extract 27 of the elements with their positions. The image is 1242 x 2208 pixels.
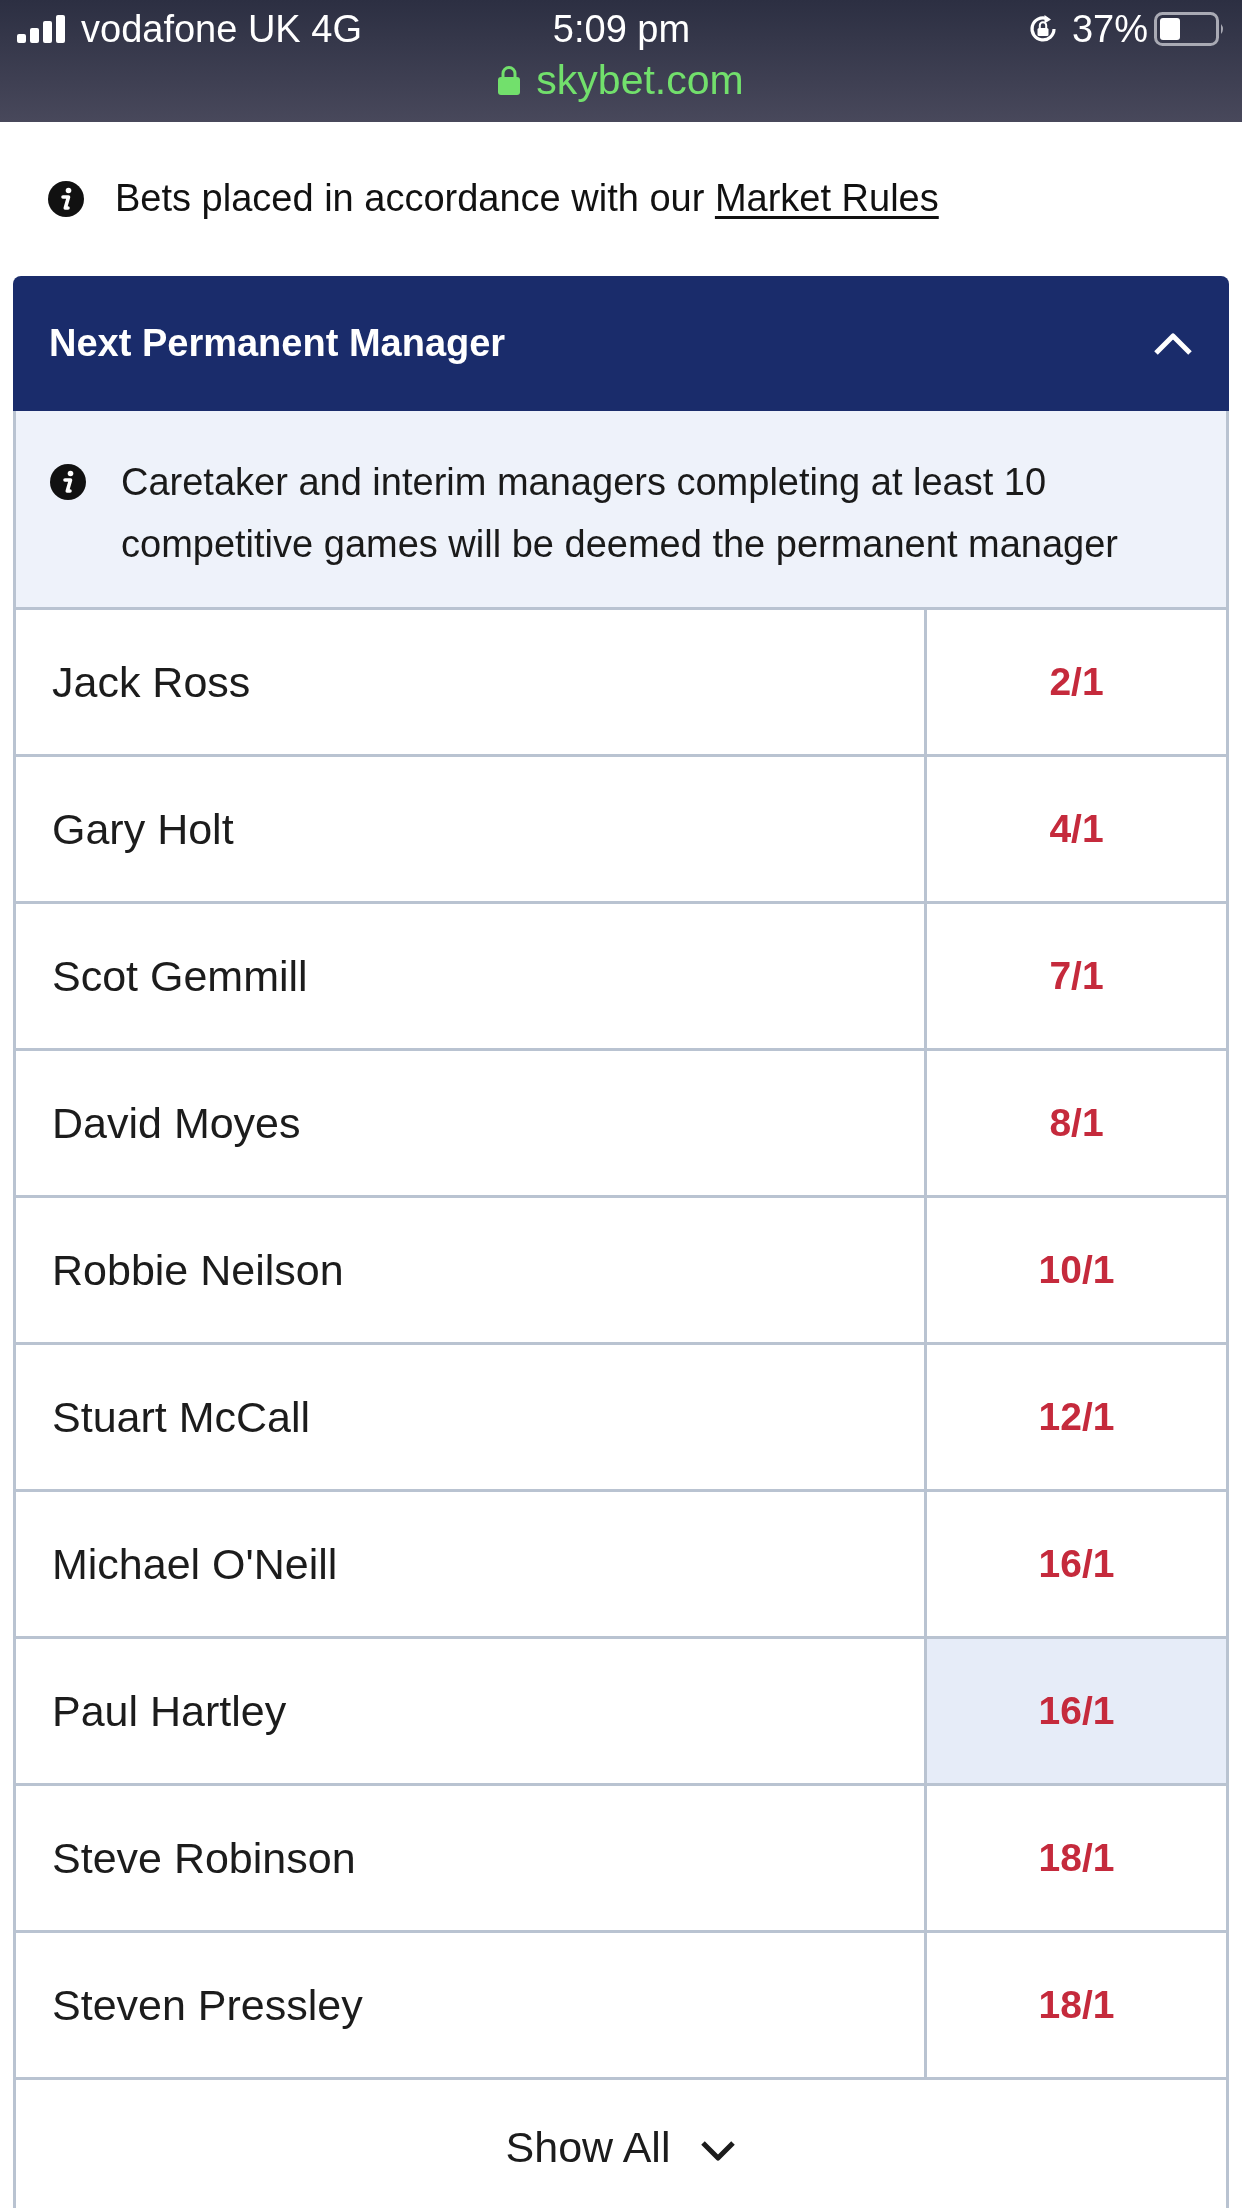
signal-icon	[17, 15, 67, 43]
selection-name: Gary Holt	[51, 803, 235, 855]
selection-name: Robbie Neilson	[51, 1244, 345, 1296]
selection-name: Jack Ross	[51, 656, 252, 708]
selection-name: Paul Hartley	[51, 1685, 288, 1737]
info-icon	[50, 464, 86, 500]
rotation-lock-icon	[1027, 14, 1058, 44]
chevron-up-icon[interactable]	[1153, 331, 1193, 356]
lock-icon	[498, 65, 521, 95]
odds-button[interactable]: 16/1	[924, 1639, 1226, 1783]
url-label: skybet.com	[536, 59, 744, 101]
market-rules-link[interactable]: Market Rules	[714, 177, 939, 220]
selection-name: Steve Robinson	[51, 1832, 357, 1884]
info-text: Bets placed in accordance with our Market Rules	[115, 176, 939, 222]
notice-text: Caretaker and interim managers completing at least 10 competitive games will be deemed the permanent manager	[121, 460, 1119, 567]
time-label: 5:09 pm	[552, 10, 691, 48]
selection-name: David Moyes	[51, 1097, 302, 1149]
carrier-label: vodafone UK 4G	[81, 10, 362, 48]
info-icon	[48, 181, 84, 217]
battery-percent: 37%	[1071, 10, 1148, 48]
battery-icon	[1154, 12, 1226, 46]
selection-name: Stuart McCall	[51, 1391, 312, 1443]
selection-name: Steven Pressley	[51, 1979, 364, 2031]
market-title: Next Permanent Manager	[49, 320, 506, 366]
chevron-down-icon[interactable]	[700, 2140, 737, 2162]
selection-name: Michael O'Neill	[51, 1538, 339, 1590]
selection-name: Scot Gemmill	[51, 950, 309, 1002]
